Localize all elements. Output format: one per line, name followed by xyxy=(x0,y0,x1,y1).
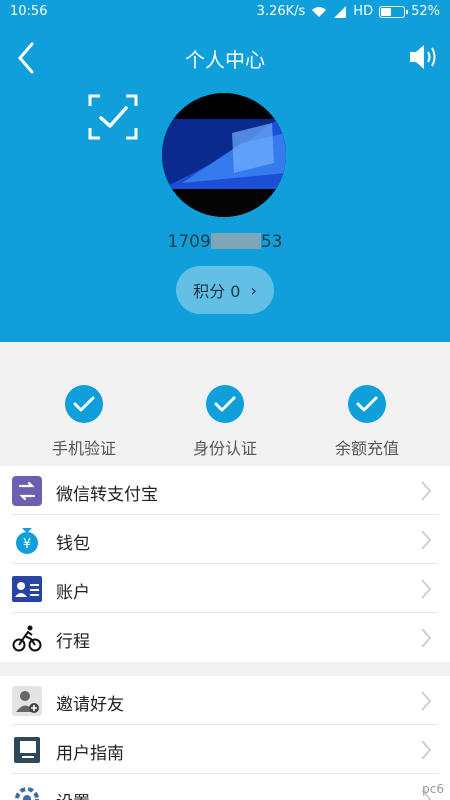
menu-item-trips[interactable]: 行程 xyxy=(0,613,450,662)
menu-label: 行程 xyxy=(56,632,90,652)
verify-topup-label: 余额充值 xyxy=(334,439,399,458)
chevron-right-icon: › xyxy=(250,280,257,300)
avatar[interactable] xyxy=(162,93,286,217)
chevron-right-icon xyxy=(421,530,432,550)
chevron-right-icon xyxy=(421,628,432,648)
status-bar: 10:56 3.26K/s HD 52% xyxy=(0,0,450,24)
svg-text:¥: ¥ xyxy=(23,537,31,552)
invite-user-icon xyxy=(12,686,42,716)
check-icon xyxy=(348,385,386,423)
verify-phone[interactable]: 手机验证 xyxy=(14,385,154,459)
check-icon xyxy=(206,385,244,423)
phone-prefix: 1709 xyxy=(167,232,211,252)
wallet-icon: ¥ xyxy=(16,528,38,554)
chevron-right-icon xyxy=(421,579,432,599)
menu-label: 账户 xyxy=(56,583,90,603)
battery-percent: 52% xyxy=(411,4,440,19)
menu-label: 设置 xyxy=(56,788,90,800)
menu-item-settings[interactable]: 设置 xyxy=(0,774,450,800)
network-type: HD xyxy=(353,4,374,19)
menu-item-wechat-to-alipay[interactable]: 微信转支付宝 xyxy=(0,466,450,515)
status-time: 10:56 xyxy=(10,4,48,19)
check-icon xyxy=(65,385,103,423)
menu-label: 邀请好友 xyxy=(56,695,124,715)
speaker-icon[interactable] xyxy=(408,42,440,72)
menu-label: 钱包 xyxy=(56,534,90,554)
network-speed: 3.26K/s xyxy=(256,4,306,19)
profile-header: 10:56 3.26K/s HD 52% 个人中心 1709 53 积分 0 › xyxy=(0,0,450,342)
signal-icon xyxy=(334,5,347,18)
watermark: pc6 xyxy=(422,782,444,796)
phone-suffix: 53 xyxy=(260,232,283,252)
points-label: 积分 0 xyxy=(193,282,241,301)
guide-book-icon xyxy=(14,737,40,763)
menu-label: 微信转支付宝 xyxy=(56,485,158,505)
menu-item-guide[interactable]: 用户指南 xyxy=(0,725,450,774)
status-right: 3.26K/s HD 52% xyxy=(257,4,440,19)
cyclist-icon xyxy=(12,625,42,652)
verify-identity[interactable]: 身份认证 xyxy=(155,385,295,459)
menu-item-invite[interactable]: 邀请好友 xyxy=(0,676,450,725)
phone-number: 1709 53 xyxy=(0,232,450,252)
battery-icon xyxy=(379,5,409,18)
account-card-icon xyxy=(12,576,42,602)
avatar-image xyxy=(162,93,286,217)
chevron-right-icon xyxy=(421,481,432,501)
menu-item-account[interactable]: 账户 xyxy=(0,564,450,613)
verify-phone-label: 手机验证 xyxy=(51,439,116,458)
verify-topup[interactable]: 余额充值 xyxy=(297,385,437,459)
scan-check-icon[interactable] xyxy=(88,94,138,140)
nav-bar: 个人中心 xyxy=(0,36,450,80)
gear-icon xyxy=(15,787,39,800)
phone-mask xyxy=(210,233,261,249)
menu-item-wallet[interactable]: ¥ 钱包 xyxy=(0,515,450,564)
transfer-icon xyxy=(12,476,42,506)
wifi-icon xyxy=(312,6,327,17)
verify-identity-label: 身份认证 xyxy=(192,439,257,458)
page-title: 个人中心 xyxy=(185,48,265,72)
menu-group-2: 邀请好友 用户指南 设置 xyxy=(0,676,450,800)
points-button[interactable]: 积分 0 › xyxy=(176,266,274,314)
menu-label: 用户指南 xyxy=(56,744,124,764)
menu-group-1: 微信转支付宝 ¥ 钱包 账户 行程 xyxy=(0,466,450,662)
chevron-right-icon xyxy=(421,740,432,760)
verification-section: 手机验证 身份认证 余额充值 xyxy=(0,342,450,466)
chevron-right-icon xyxy=(421,691,432,711)
